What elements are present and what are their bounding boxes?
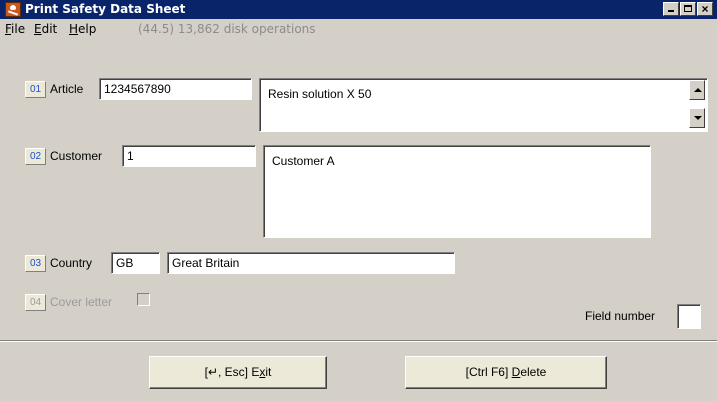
dialog-window: Print Safety Data Sheet × File Edit Help… xyxy=(0,0,717,401)
scroll-up-button[interactable] xyxy=(689,80,705,100)
article-label: Article xyxy=(50,82,84,96)
customer-input[interactable]: 1 xyxy=(122,145,256,167)
menu-file[interactable]: File xyxy=(5,22,25,36)
scroll-down-button[interactable] xyxy=(689,108,705,128)
country-name-field[interactable]: Great Britain xyxy=(167,252,455,274)
article-description-field[interactable]: Resin solution X 50 xyxy=(259,78,708,132)
disk-operations-status: (44.5) 13,862 disk operations xyxy=(138,22,316,36)
field-number-input[interactable] xyxy=(677,304,701,329)
cover-letter-checkbox xyxy=(137,293,150,306)
menu-edit[interactable]: Edit xyxy=(34,22,57,36)
button-separator xyxy=(0,340,717,342)
window-title: Print Safety Data Sheet xyxy=(25,2,186,16)
field-number-label: Field number xyxy=(585,309,656,323)
article-input[interactable]: 1234567890 xyxy=(99,78,252,100)
maximize-button[interactable] xyxy=(680,2,696,16)
customer-label: Customer xyxy=(50,149,103,163)
field-number-03[interactable]: 03 xyxy=(25,255,46,272)
exit-button[interactable]: [↵, Esc] Exit xyxy=(149,356,327,389)
menu-help[interactable]: Help xyxy=(69,22,96,36)
close-button[interactable]: × xyxy=(697,2,713,16)
field-number-04: 04 xyxy=(25,294,46,311)
delete-button[interactable]: [Ctrl F6] Delete xyxy=(405,356,607,389)
exit-label-suffix: it xyxy=(265,365,272,379)
arrow-down-icon xyxy=(694,116,702,120)
article-description-text: Resin solution X 50 xyxy=(268,87,372,101)
minimize-button[interactable] xyxy=(663,2,679,16)
title-bar[interactable]: Print Safety Data Sheet × xyxy=(0,0,717,19)
customer-description-field[interactable]: Customer A xyxy=(263,145,651,238)
exit-label-prefix: [↵, Esc] E xyxy=(204,365,260,379)
customer-description-text: Customer A xyxy=(272,154,335,168)
cover-letter-label: Cover letter xyxy=(50,295,113,309)
arrow-up-icon xyxy=(694,88,702,92)
delete-label-suffix: elete xyxy=(520,365,547,379)
hazard-skull-icon xyxy=(5,2,21,17)
field-number-01[interactable]: 01 xyxy=(25,81,46,98)
delete-label-prefix: [Ctrl F6] xyxy=(465,365,512,379)
country-code-input[interactable]: GB xyxy=(111,252,160,274)
menu-bar: File Edit Help (44.5) 13,862 disk operat… xyxy=(0,19,717,39)
country-label: Country xyxy=(50,256,93,270)
field-number-02[interactable]: 02 xyxy=(25,148,46,165)
